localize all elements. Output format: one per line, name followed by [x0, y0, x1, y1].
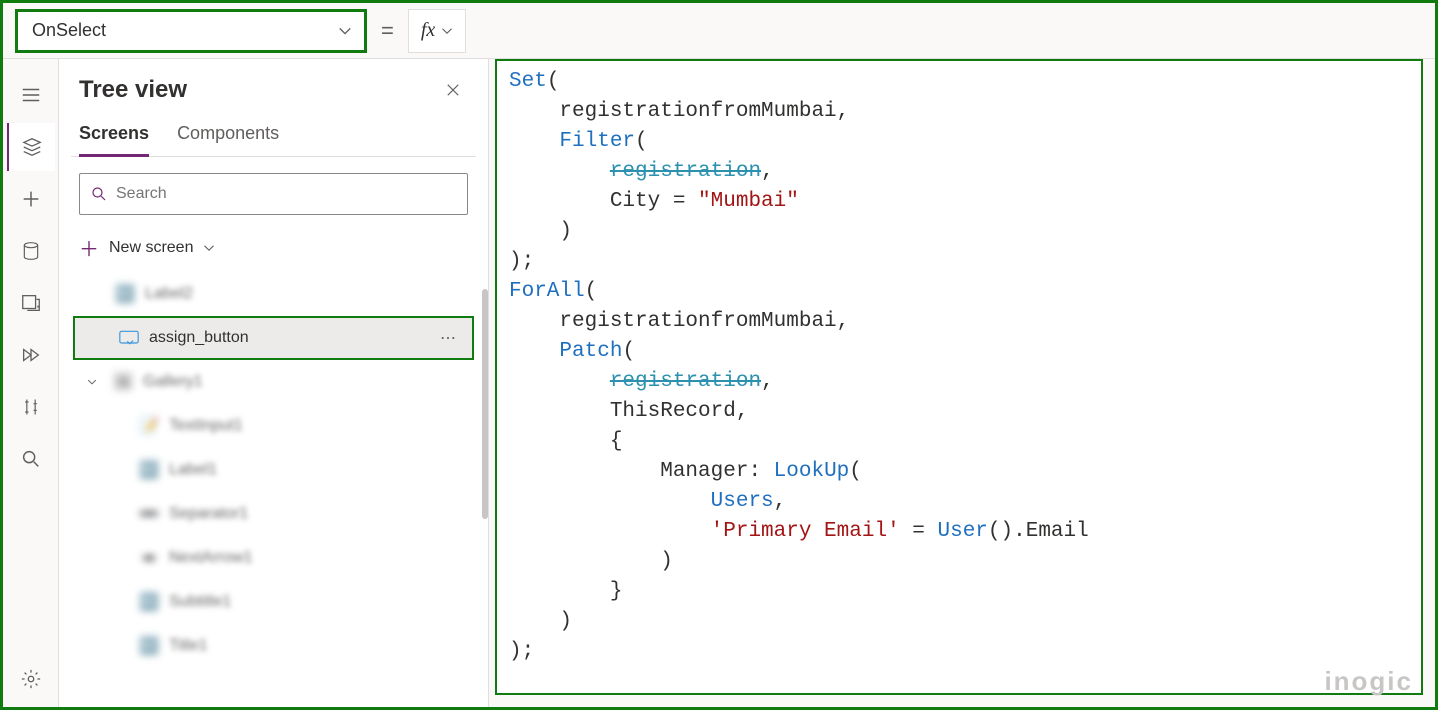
tree-item-label1[interactable]: 🔤 Label1	[71, 448, 476, 492]
left-rail	[3, 59, 59, 707]
hamburger-icon[interactable]	[7, 71, 55, 119]
tree-item-assign-button[interactable]: assign_button ⋯	[73, 316, 474, 360]
chevron-down-icon	[338, 24, 352, 38]
tree-item-nextarrow1[interactable]: ➡ NextArrow1	[71, 536, 476, 580]
tools-icon[interactable]	[7, 383, 55, 431]
tree-item-separator1[interactable]: ➖ Separator1	[71, 492, 476, 536]
chevron-down-icon	[87, 377, 97, 387]
tree-item-label: TextInput1	[169, 417, 243, 435]
chevron-down-icon	[203, 242, 215, 254]
watermark-label: inogic	[1324, 666, 1413, 697]
label-icon: 🔤	[139, 460, 159, 480]
data-icon[interactable]	[7, 227, 55, 275]
formula-bar-row: OnSelect = fx	[3, 3, 1435, 59]
equals-label: =	[377, 18, 398, 44]
tree-item-label: NextArrow1	[169, 549, 253, 567]
settings-gear-icon[interactable]	[7, 655, 55, 703]
label-icon: 🔤	[115, 284, 135, 304]
close-panel-button[interactable]	[438, 75, 468, 105]
tree-item-more-button[interactable]: ⋯	[440, 328, 458, 348]
insert-icon[interactable]	[7, 175, 55, 223]
media-icon[interactable]	[7, 279, 55, 327]
tree-item-label: Label2	[145, 285, 193, 303]
tree-item-title1[interactable]: 🔤 Title1	[71, 624, 476, 668]
formula-editor-panel: Set( registrationfromMumbai, Filter( reg…	[489, 59, 1435, 707]
fx-indicator[interactable]: fx	[408, 9, 466, 53]
search-icon[interactable]	[7, 435, 55, 483]
tree-item-label: Subtitle1	[169, 593, 231, 611]
arrow-icon: ➡	[139, 548, 159, 568]
tree-tabs: Screens Components	[71, 115, 476, 157]
tree-item-label2[interactable]: 🔤 Label2	[71, 272, 476, 316]
plus-icon: ＋	[79, 233, 99, 262]
separator-icon: ➖	[139, 504, 159, 524]
tree-item-label: Title1	[169, 637, 208, 655]
tree-view-panel: Tree view Screens Components ＋ New scree…	[59, 59, 489, 707]
label-icon: 🔤	[139, 636, 159, 656]
button-icon	[119, 328, 139, 348]
flows-icon[interactable]	[7, 331, 55, 379]
tree-view-icon[interactable]	[7, 123, 55, 171]
tree-view-title: Tree view	[79, 76, 187, 104]
chevron-down-icon	[441, 25, 453, 37]
formula-editor[interactable]: Set( registrationfromMumbai, Filter( reg…	[495, 59, 1423, 695]
tree-item-label: assign_button	[149, 329, 249, 347]
new-screen-button[interactable]: ＋ New screen	[71, 225, 476, 272]
tree-item-label: Separator1	[169, 505, 248, 523]
search-icon	[90, 185, 108, 203]
tree-search-box[interactable]	[79, 173, 468, 215]
textinput-icon: 📝	[139, 416, 159, 436]
scrollbar[interactable]	[482, 289, 488, 519]
label-icon: 🔤	[139, 592, 159, 612]
main-area: Tree view Screens Components ＋ New scree…	[3, 59, 1435, 707]
tree-item-gallery1[interactable]: 🖼 Gallery1	[71, 360, 476, 404]
new-screen-label: New screen	[109, 239, 193, 257]
tree-item-textinput1[interactable]: 📝 TextInput1	[71, 404, 476, 448]
tree-item-label: Label1	[169, 461, 217, 479]
property-selector-value: OnSelect	[32, 20, 106, 41]
tab-components[interactable]: Components	[177, 115, 279, 156]
tree-items-list: 🔤 Label2 assign_button ⋯ 🖼 Gallery1 📝 Te…	[71, 272, 476, 707]
tab-screens[interactable]: Screens	[79, 115, 149, 157]
tree-item-label: Gallery1	[143, 373, 203, 391]
tree-search-input[interactable]	[116, 185, 457, 203]
property-selector-dropdown[interactable]: OnSelect	[15, 9, 367, 53]
fx-label: fx	[421, 19, 435, 42]
tree-item-subtitle1[interactable]: 🔤 Subtitle1	[71, 580, 476, 624]
gallery-icon: 🖼	[113, 372, 133, 392]
